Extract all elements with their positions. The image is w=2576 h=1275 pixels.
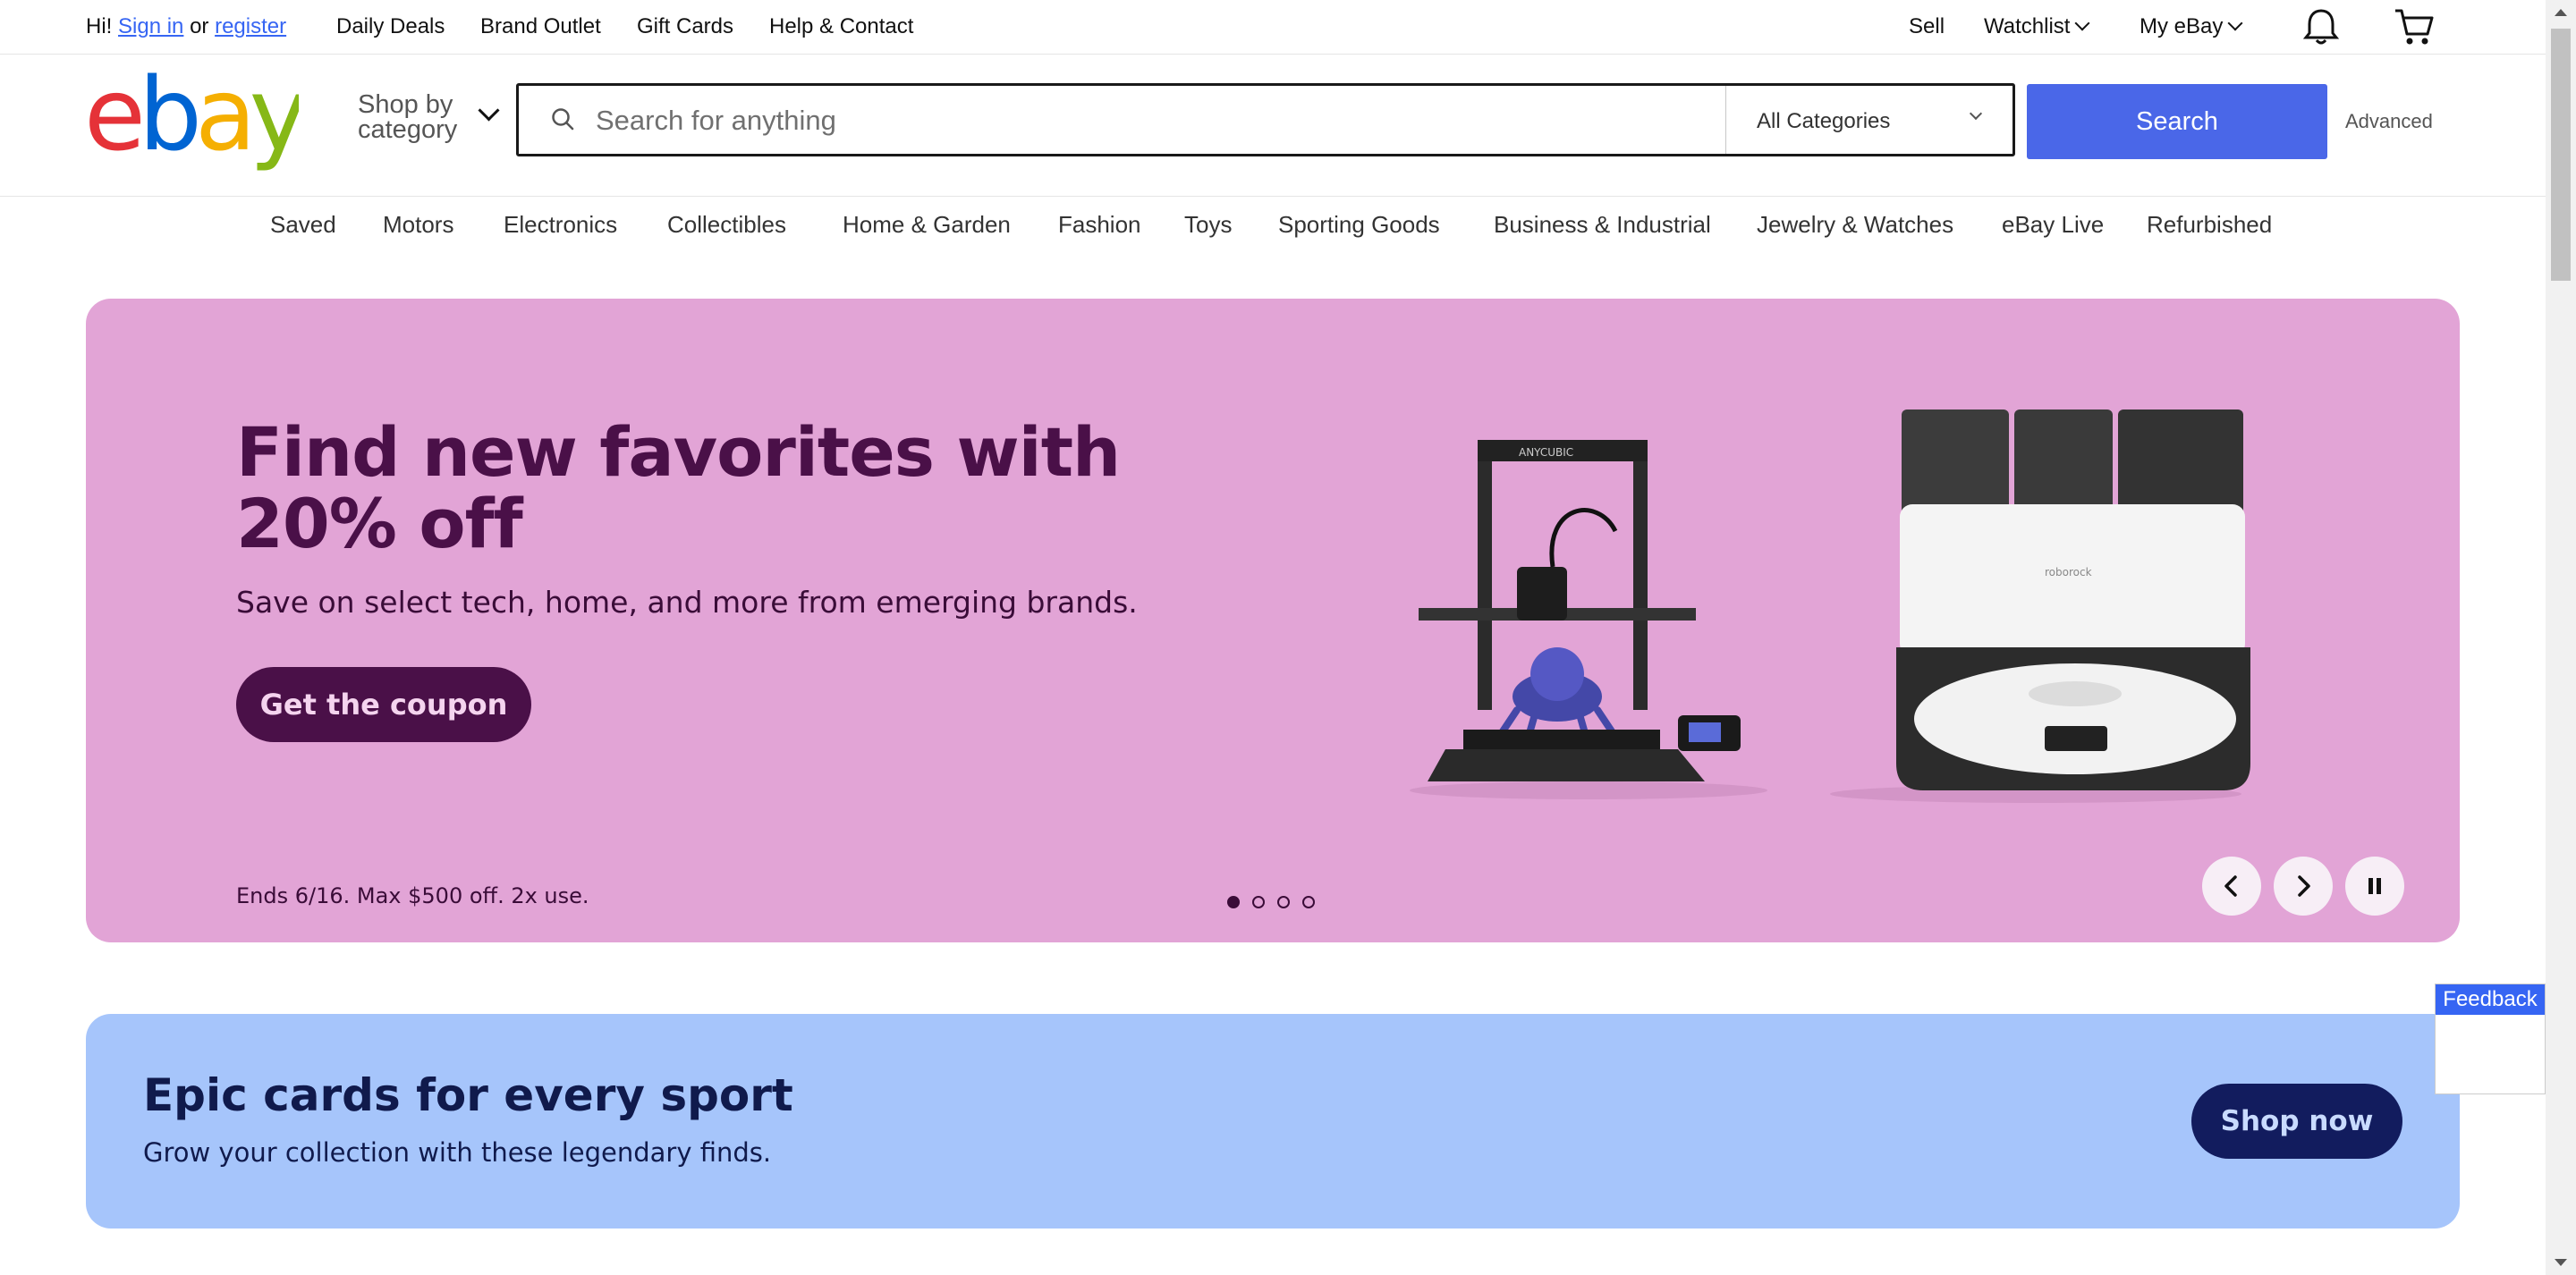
- nav-home-garden[interactable]: Home & Garden: [843, 211, 1011, 239]
- shop-by-line2: category: [358, 115, 458, 144]
- search-input[interactable]: [594, 98, 1492, 143]
- chevron-down-icon: [478, 99, 500, 122]
- robot-vacuum-image: roborock: [1830, 410, 2250, 803]
- 3d-printer-image: ANYCUBIC: [1410, 440, 1767, 799]
- advanced-search-link[interactable]: Advanced: [2345, 110, 2433, 133]
- scroll-down-arrow[interactable]: [2555, 1259, 2567, 1266]
- nav-business-industrial[interactable]: Business & Industrial: [1494, 211, 1711, 239]
- carousel-prev-button[interactable]: [2202, 857, 2261, 916]
- carousel-dot[interactable]: [1277, 896, 1290, 908]
- chevron-down-icon: [1969, 106, 1983, 121]
- page-scrollbar[interactable]: [2546, 0, 2576, 1275]
- search-icon: [552, 108, 574, 131]
- nav-collectibles[interactable]: Collectibles: [667, 211, 786, 239]
- sell-link[interactable]: Sell: [1909, 14, 1945, 39]
- banner-subtitle: Grow your collection with these legendar…: [143, 1137, 772, 1168]
- nav-refurbished[interactable]: Refurbished: [2147, 211, 2272, 239]
- category-select-label: All Categories: [1757, 109, 1891, 133]
- chevron-down-icon: [2074, 15, 2090, 31]
- or-text: or: [190, 14, 209, 38]
- carousel-dot[interactable]: [1227, 896, 1240, 908]
- hero-carousel: Find new favorites with 20% off Save on …: [86, 299, 2460, 942]
- svg-text:ebay: ebay: [84, 72, 299, 171]
- help-contact-link[interactable]: Help & Contact: [769, 14, 913, 39]
- watchlist-label: Watchlist: [1984, 14, 2071, 38]
- printer-brand-text: ANYCUBIC: [1519, 446, 1573, 459]
- top-utility-bar: Hi! Sign in or register Daily Deals Bran…: [0, 0, 2546, 55]
- carousel-indicators: [1227, 896, 1327, 913]
- category-nav: Saved Motors Electronics Collectibles Ho…: [0, 211, 2546, 247]
- scroll-up-arrow[interactable]: [2555, 9, 2567, 16]
- nav-motors[interactable]: Motors: [383, 211, 453, 239]
- hero-fine-print: Ends 6/16. Max $500 off. 2x use.: [236, 883, 589, 908]
- daily-deals-link[interactable]: Daily Deals: [336, 14, 445, 39]
- sports-cards-banner: Epic cards for every sport Grow your col…: [86, 1014, 2460, 1229]
- main-header: ebay Shop by category All Categories Sea…: [0, 55, 2546, 197]
- chevron-left-icon: [2224, 875, 2237, 897]
- shop-by-line1: Shop by: [358, 90, 453, 119]
- register-link[interactable]: register: [215, 14, 286, 38]
- pause-icon: [2368, 878, 2381, 894]
- ebay-logo[interactable]: ebay: [84, 57, 313, 173]
- shop-now-button[interactable]: Shop now: [2191, 1084, 2402, 1159]
- my-ebay-menu[interactable]: My eBay: [2140, 14, 2243, 39]
- nav-ebay-live[interactable]: eBay Live: [2002, 211, 2104, 239]
- gift-cards-link[interactable]: Gift Cards: [637, 14, 733, 39]
- nav-sporting-goods[interactable]: Sporting Goods: [1278, 211, 1440, 239]
- sign-in-link[interactable]: Sign in: [118, 14, 183, 38]
- carousel-next-button[interactable]: [2274, 857, 2333, 916]
- carousel-dot[interactable]: [1302, 896, 1315, 908]
- search-button[interactable]: Search: [2027, 84, 2327, 159]
- get-coupon-button[interactable]: Get the coupon: [236, 667, 531, 742]
- feedback-widget[interactable]: Feedback: [2435, 984, 2546, 1094]
- brand-outlet-link[interactable]: Brand Outlet: [480, 14, 601, 39]
- chevron-right-icon: [2298, 875, 2310, 897]
- nav-toys[interactable]: Toys: [1184, 211, 1232, 239]
- greeting: Hi! Sign in or register: [86, 14, 286, 39]
- chevron-down-icon: [2227, 15, 2243, 31]
- my-ebay-label: My eBay: [2140, 14, 2224, 38]
- greeting-text: Hi!: [86, 14, 113, 38]
- feedback-label: Feedback: [2436, 984, 2545, 1015]
- bell-icon[interactable]: [2302, 7, 2340, 53]
- carousel-dot[interactable]: [1252, 896, 1265, 908]
- category-select[interactable]: All Categories: [1725, 86, 2012, 154]
- nav-saved[interactable]: Saved: [270, 211, 336, 239]
- vacuum-brand-text: roborock: [2045, 566, 2092, 578]
- hero-product-image[interactable]: ANYCUBIC roborock: [1410, 397, 2268, 808]
- nav-jewelry-watches[interactable]: Jewelry & Watches: [1757, 211, 1953, 239]
- scrollbar-thumb[interactable]: [2551, 29, 2571, 281]
- nav-electronics[interactable]: Electronics: [504, 211, 617, 239]
- nav-fashion[interactable]: Fashion: [1058, 211, 1141, 239]
- search-bar: All Categories: [516, 83, 2015, 156]
- banner-title: Epic cards for every sport: [143, 1069, 793, 1121]
- cart-icon[interactable]: [2394, 7, 2435, 53]
- carousel-pause-button[interactable]: [2345, 857, 2404, 916]
- watchlist-menu[interactable]: Watchlist: [1984, 14, 2090, 39]
- hero-title: Find new favorites with 20% off: [236, 412, 1121, 563]
- hero-subtitle: Save on select tech, home, and more from…: [236, 585, 1138, 620]
- shop-by-category-button[interactable]: Shop by category: [358, 90, 500, 144]
